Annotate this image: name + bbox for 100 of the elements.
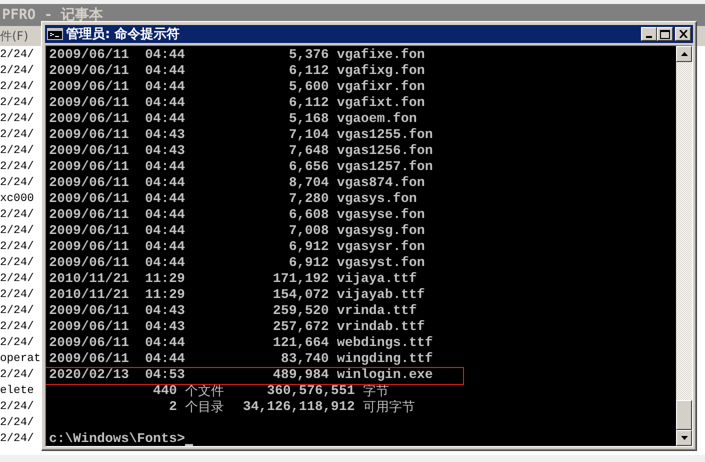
scrollbar[interactable] — [676, 46, 692, 446]
file-time: 11:29 — [144, 272, 185, 288]
file-date: 2009/06/11 — [49, 80, 130, 96]
file-size: 171,192 — [272, 272, 329, 288]
file-date: 2009/06/11 — [49, 304, 130, 320]
console-icon — [47, 28, 63, 40]
file-name: wingding.ttf — [336, 352, 433, 368]
file-time: 11:29 — [144, 288, 185, 304]
close-icon — [678, 30, 688, 38]
file-date: 2009/06/11 — [49, 96, 130, 112]
file-date: 2009/06/11 — [49, 320, 130, 336]
text-line: 2/24/ — [0, 48, 34, 63]
file-time: 04:44 — [144, 80, 185, 96]
command-prompt: c:\Windows\Fonts> — [49, 432, 185, 446]
file-name: vgafixe.fon — [336, 48, 425, 64]
summary-label: 个文件 — [185, 384, 226, 400]
file-time: 04:44 — [144, 160, 185, 176]
file-size: 7,280 — [288, 192, 329, 208]
file-size: 7,008 — [288, 224, 329, 240]
maximize-icon — [660, 30, 670, 38]
file-size: 8,704 — [288, 176, 329, 192]
text-line: operat — [0, 352, 41, 367]
text-line: 2/24/ — [0, 304, 34, 319]
summary-label: 字节 — [363, 384, 390, 400]
text-line: 2/24/ — [0, 400, 34, 415]
file-name: vgas1257.fon — [336, 160, 433, 176]
file-size: 6,656 — [288, 160, 329, 176]
text-line: 2/24/ — [0, 128, 34, 143]
file-time: 04:44 — [144, 336, 185, 352]
maximize-button[interactable] — [657, 27, 673, 41]
text-cursor — [184, 444, 193, 446]
down-arrow-icon — [680, 436, 688, 440]
window-title: 管理员: 命令提示符 — [66, 26, 180, 43]
text-area[interactable]: 2/24/ 2/24/ 2/24/ 2/24/ 2/24/ 2/24/ 2/24/ 2/24/ 2/24/ xc000 2/24/ 2/24/ 2/24/ 2/24/ 2/24/ 2/24/ 2/24/ 2/24/ 2/24/ operat 2/24/ elete 2/24/ 2/24/ 2/24/ — [0, 46, 41, 447]
file-date: 2009/06/11 — [49, 240, 130, 256]
file-date: 2009/06/11 — [49, 128, 130, 144]
menu-item[interactable]: 件(F) — [0, 28, 28, 44]
text-line: xc000 — [0, 192, 34, 207]
file-name: vrinda.ttf — [336, 304, 417, 320]
file-name: vgasyst.fon — [336, 256, 425, 272]
file-time: 04:43 — [144, 144, 185, 160]
file-date: 2009/06/11 — [49, 352, 130, 368]
summary-count: 440 — [152, 384, 177, 400]
scroll-up-button[interactable] — [676, 46, 692, 62]
up-arrow-icon — [680, 52, 688, 56]
scroll-thumb[interactable] — [676, 400, 692, 430]
text-line: 2/24/ — [0, 432, 34, 447]
file-size: 5,376 — [288, 48, 329, 64]
file-date: 2009/06/11 — [49, 224, 130, 240]
file-date: 2010/11/21 — [49, 272, 130, 288]
text-line: 2/24/ — [0, 144, 34, 159]
file-name: vijaya.ttf — [336, 272, 417, 288]
text-line: 2/24/ — [0, 80, 34, 95]
file-size: 259,520 — [272, 304, 329, 320]
file-size: 6,608 — [288, 208, 329, 224]
file-name: vgasysg.fon — [336, 224, 425, 240]
file-name: vgas874.fon — [336, 176, 425, 192]
text-line: 2/24/ — [0, 416, 34, 431]
file-time: 04:43 — [144, 304, 185, 320]
file-size: 6,112 — [288, 64, 329, 80]
summary-label: 可用字节 — [363, 400, 416, 416]
scroll-down-button[interactable] — [676, 430, 692, 446]
file-name: winlogin.exe — [336, 368, 433, 384]
file-date: 2020/02/13 — [49, 368, 130, 384]
file-size: 489,984 — [272, 368, 329, 384]
text-line: 2/24/ — [0, 336, 34, 351]
file-time: 04:44 — [144, 224, 185, 240]
file-time: 04:44 — [144, 240, 185, 256]
summary-bytes: 34,126,118,912 — [242, 400, 355, 416]
summary-bytes: 360,576,551 — [266, 384, 355, 400]
file-time: 04:44 — [144, 48, 185, 64]
file-name: webdings.ttf — [336, 336, 433, 352]
file-time: 04:44 — [144, 352, 185, 368]
file-date: 2009/06/11 — [49, 64, 130, 80]
file-size: 154,072 — [272, 288, 329, 304]
file-date: 2010/11/21 — [49, 288, 130, 304]
file-name: vgafixt.fon — [336, 96, 425, 112]
file-name: vgasyse.fon — [336, 208, 425, 224]
text-line: 2/24/ — [0, 288, 34, 303]
file-time: 04:44 — [144, 192, 185, 208]
file-date: 2009/06/11 — [49, 176, 130, 192]
text-line: 2/24/ — [0, 256, 34, 271]
file-date: 2009/06/11 — [49, 336, 130, 352]
window-title: PFRO - 记事本 — [2, 6, 104, 24]
file-name: vijayab.ttf — [336, 288, 425, 304]
text-line: elete — [0, 384, 34, 399]
file-time: 04:44 — [144, 208, 185, 224]
file-date: 2009/06/11 — [49, 208, 130, 224]
file-size: 5,168 — [288, 112, 329, 128]
summary-count: 2 — [168, 400, 177, 416]
file-name: vrindab.ttf — [336, 320, 425, 336]
minimize-button[interactable] — [641, 27, 657, 41]
file-time: 04:44 — [144, 64, 185, 80]
file-time: 04:44 — [144, 112, 185, 128]
file-time: 04:53 — [144, 368, 185, 384]
file-time: 04:43 — [144, 320, 185, 336]
file-date: 2009/06/11 — [49, 192, 130, 208]
file-time: 04:44 — [144, 176, 185, 192]
close-button[interactable] — [675, 27, 691, 41]
text-line: 2/24/ — [0, 320, 34, 335]
